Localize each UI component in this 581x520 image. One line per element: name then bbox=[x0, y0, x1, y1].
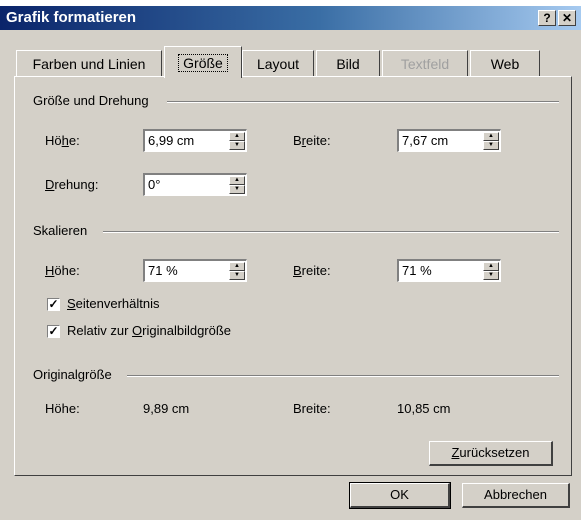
height-input[interactable] bbox=[148, 133, 218, 148]
check-icon: ✓ bbox=[48, 324, 59, 338]
ok-button[interactable]: OK bbox=[349, 482, 451, 509]
spin-down-icon[interactable]: ▼ bbox=[229, 141, 245, 150]
tab-textbox: Textfeld bbox=[382, 50, 468, 76]
size-tab-panel: Größe und Drehung Höhe: ▲▼ Breite: ▲▼ Dr… bbox=[14, 76, 572, 476]
tab-layout[interactable]: Layout bbox=[242, 50, 314, 76]
aspect-ratio-checkbox[interactable]: ✓ bbox=[47, 298, 60, 311]
rotation-spinner[interactable]: ▲▼ bbox=[143, 173, 247, 196]
rotation-label: Drehung: bbox=[45, 177, 99, 192]
scale-width-label: Breite: bbox=[293, 263, 331, 278]
group-separator bbox=[103, 231, 559, 233]
group-separator bbox=[167, 101, 559, 103]
scale-height-input[interactable] bbox=[148, 263, 218, 278]
tab-label: Farben und Linien bbox=[32, 55, 146, 72]
close-button[interactable]: ✕ bbox=[558, 10, 576, 26]
spin-up-icon[interactable]: ▲ bbox=[483, 132, 499, 141]
spin-up-icon[interactable]: ▲ bbox=[229, 132, 245, 141]
spin-down-icon[interactable]: ▼ bbox=[229, 185, 245, 194]
reset-button[interactable]: Zurücksetzen bbox=[429, 441, 553, 466]
height-label: Höhe: bbox=[45, 133, 80, 148]
help-icon: ? bbox=[543, 11, 551, 25]
relative-original-checkbox[interactable]: ✓ bbox=[47, 325, 60, 338]
spin-down-icon[interactable]: ▼ bbox=[483, 141, 499, 150]
tab-label: Bild bbox=[336, 55, 360, 72]
scale-height-label: Höhe: bbox=[45, 263, 80, 278]
format-picture-dialog: Grafik formatieren ? ✕ Farben und Linien… bbox=[0, 6, 581, 520]
width-label: Breite: bbox=[293, 133, 331, 148]
group-separator bbox=[127, 375, 559, 377]
spin-up-icon[interactable]: ▲ bbox=[483, 262, 499, 271]
tab-label: Textfeld bbox=[400, 55, 450, 72]
original-width-value: 10,85 cm bbox=[397, 401, 451, 416]
spin-down-icon[interactable]: ▼ bbox=[483, 271, 499, 280]
group-title-original: Originalgröße bbox=[33, 367, 112, 382]
original-width-label: Breite: bbox=[293, 401, 331, 416]
group-title-scale: Skalieren bbox=[33, 223, 88, 238]
help-button[interactable]: ? bbox=[538, 10, 556, 26]
tab-size[interactable]: Größe bbox=[164, 46, 242, 78]
tab-web[interactable]: Web bbox=[470, 50, 540, 76]
tab-picture[interactable]: Bild bbox=[316, 50, 380, 76]
width-input[interactable] bbox=[402, 133, 472, 148]
width-spinner[interactable]: ▲▼ bbox=[397, 129, 501, 152]
spin-up-icon[interactable]: ▲ bbox=[229, 262, 245, 271]
tab-label: Layout bbox=[256, 55, 300, 72]
original-height-label: Höhe: bbox=[45, 401, 80, 416]
title-bar: Grafik formatieren ? ✕ bbox=[0, 6, 581, 30]
spin-down-icon[interactable]: ▼ bbox=[229, 271, 245, 280]
rotation-input[interactable] bbox=[148, 177, 218, 192]
scale-height-spinner[interactable]: ▲▼ bbox=[143, 259, 247, 282]
tab-colors-lines[interactable]: Farben und Linien bbox=[16, 50, 162, 76]
scale-width-spinner[interactable]: ▲▼ bbox=[397, 259, 501, 282]
spin-up-icon[interactable]: ▲ bbox=[229, 176, 245, 185]
relative-original-label[interactable]: Relativ zur Originalbildgröße bbox=[67, 323, 231, 338]
close-icon: ✕ bbox=[561, 11, 573, 25]
check-icon: ✓ bbox=[48, 297, 59, 311]
scale-width-input[interactable] bbox=[402, 263, 472, 278]
dialog-title: Grafik formatieren bbox=[6, 9, 137, 26]
tab-label: Web bbox=[490, 55, 520, 72]
cancel-button[interactable]: Abbrechen bbox=[462, 483, 570, 508]
tab-label: Größe bbox=[178, 53, 228, 72]
height-spinner[interactable]: ▲▼ bbox=[143, 129, 247, 152]
original-height-value: 9,89 cm bbox=[143, 401, 190, 416]
group-title-size-rotation: Größe und Drehung bbox=[33, 93, 149, 108]
aspect-ratio-label[interactable]: Seitenverhältnis bbox=[67, 296, 160, 311]
